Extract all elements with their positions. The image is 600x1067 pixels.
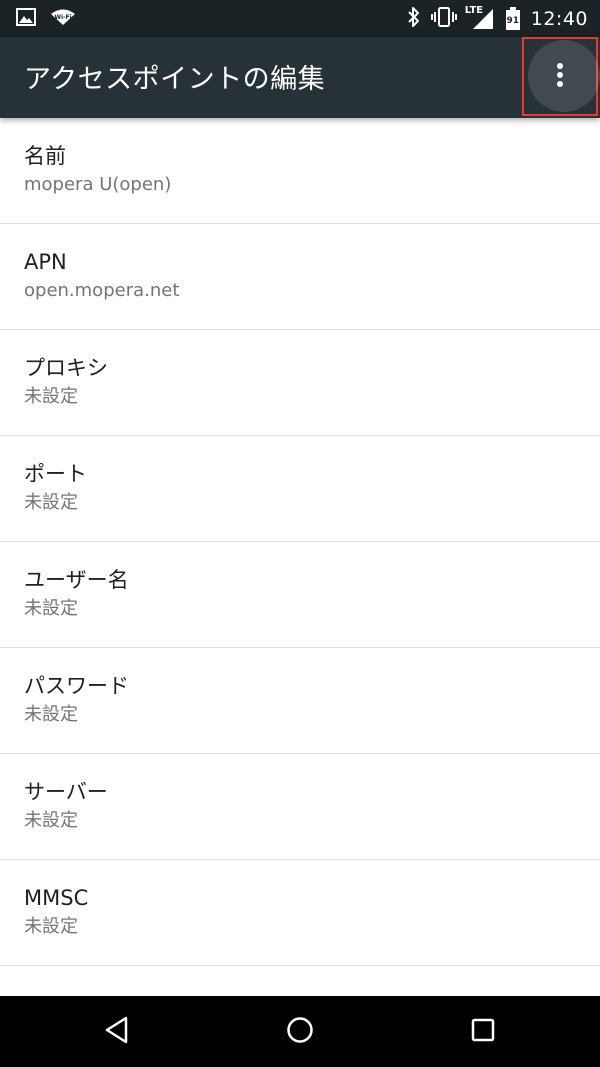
recents-icon	[468, 1015, 498, 1049]
setting-title: サーバー	[24, 780, 108, 804]
setting-server[interactable]: サーバー 未設定	[0, 754, 600, 860]
app-bar: アクセスポイントの編集	[0, 37, 600, 118]
setting-port[interactable]: ポート 未設定	[0, 436, 600, 542]
setting-title: 名前	[24, 144, 66, 168]
setting-title: プロキシ	[24, 356, 108, 380]
wifi-icon: Wi-Fi	[50, 8, 76, 30]
home-icon	[285, 1015, 315, 1049]
setting-password[interactable]: パスワード 未設定	[0, 648, 600, 754]
status-left: Wi-Fi	[16, 8, 76, 30]
battery-icon: 91	[505, 7, 521, 31]
network-type-label: LTE	[464, 5, 484, 16]
setting-mmsc[interactable]: MMSC 未設定	[0, 860, 600, 966]
signal-icon: LTE	[464, 5, 495, 31]
setting-apn[interactable]: APN open.mopera.net	[0, 224, 600, 330]
vibrate-icon	[430, 6, 457, 32]
recents-button[interactable]	[461, 1010, 505, 1054]
setting-summary: 未設定	[24, 492, 78, 513]
navigation-bar	[0, 996, 600, 1067]
setting-summary: 未設定	[24, 704, 78, 725]
svg-text:Wi-Fi: Wi-Fi	[54, 14, 71, 21]
overflow-menu-button[interactable]	[522, 37, 600, 116]
battery-level: 91	[506, 16, 519, 26]
apn-settings-list: 名前 mopera U(open) APN open.mopera.net プロ…	[0, 118, 600, 966]
page-title: アクセスポイントの編集	[24, 64, 326, 95]
clock: 12:40	[530, 8, 588, 30]
setting-summary: 未設定	[24, 386, 78, 407]
back-button[interactable]	[95, 1010, 139, 1054]
setting-summary: mopera U(open)	[24, 174, 172, 195]
setting-summary: open.mopera.net	[24, 280, 180, 301]
more-vert-icon	[555, 62, 565, 92]
setting-title: パスワード	[24, 674, 129, 698]
status-bar: Wi-Fi LTE 91 12:40	[0, 0, 600, 37]
setting-summary: 未設定	[24, 810, 78, 831]
setting-name[interactable]: 名前 mopera U(open)	[0, 118, 600, 224]
bluetooth-icon	[407, 6, 421, 32]
setting-proxy[interactable]: プロキシ 未設定	[0, 330, 600, 436]
home-button[interactable]	[278, 1010, 322, 1054]
setting-summary: 未設定	[24, 916, 78, 937]
setting-summary: 未設定	[24, 598, 78, 619]
back-icon	[102, 1015, 132, 1049]
setting-title: ポート	[24, 462, 87, 486]
setting-username[interactable]: ユーザー名 未設定	[0, 542, 600, 648]
image-icon	[16, 8, 36, 30]
setting-title: ユーザー名	[24, 568, 129, 592]
setting-title: MMSC	[24, 886, 89, 910]
status-right: LTE 91 12:40	[407, 5, 588, 32]
setting-title: APN	[24, 250, 67, 274]
